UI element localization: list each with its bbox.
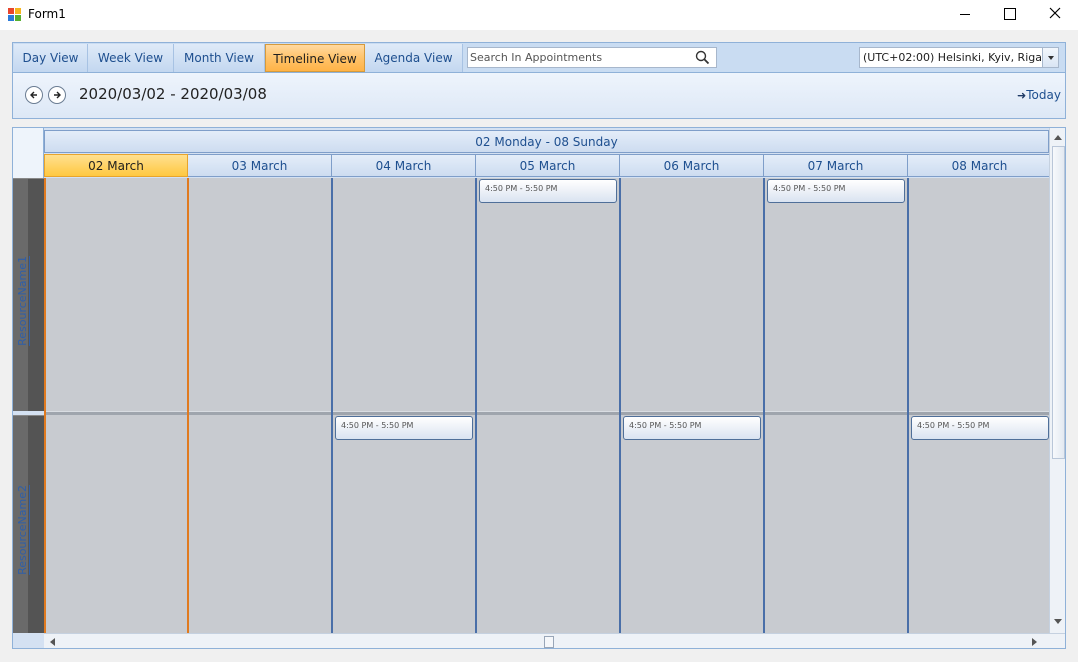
column-divider [187,178,189,648]
appointment[interactable]: 4:50 PM - 5:50 PM [623,416,761,440]
scroll-left-icon[interactable] [46,638,55,646]
vertical-scroll-thumb[interactable] [1052,146,1065,459]
resource-header: ResourceName1 [13,178,44,411]
appointment[interactable]: 4:50 PM - 5:50 PM [335,416,473,440]
resource-name[interactable]: ResourceName2 [16,485,29,575]
tab-agenda-view[interactable]: Agenda View [365,44,463,72]
search-icon[interactable] [695,50,710,65]
day-header[interactable]: 07 March [764,154,908,177]
header-corner [13,128,44,178]
timeline-cell[interactable] [908,415,1052,633]
previous-button[interactable] [25,86,43,104]
title-bar: Form1 [0,0,1078,30]
timeline-cell[interactable] [620,415,764,633]
scroll-down-icon[interactable] [1054,619,1062,628]
resource-splitter[interactable] [44,411,1049,415]
resource-header: ResourceName2 [13,415,44,633]
timeline-cell[interactable] [188,415,332,633]
arrow-right-icon: ➜ [1017,89,1027,102]
column-divider [331,178,333,648]
timeline-cell[interactable] [620,178,764,411]
close-icon [1049,7,1061,19]
tab-week-view[interactable]: Week View [88,44,174,72]
close-button[interactable] [1032,0,1078,30]
day-header[interactable]: 06 March [620,154,764,177]
day-header[interactable]: 04 March [332,154,476,177]
tab-day-view[interactable]: Day View [14,44,88,72]
timeline-cell[interactable] [476,415,620,633]
window-title: Form1 [28,7,66,21]
next-button[interactable] [48,86,66,104]
timezone-value: (UTC+02:00) Helsinki, Kyiv, Riga, [863,51,1046,64]
appointment[interactable]: 4:50 PM - 5:50 PM [767,179,905,203]
vertical-scrollbar[interactable] [1049,128,1065,633]
column-divider [475,178,477,648]
search-box [467,47,717,68]
column-divider [763,178,765,648]
timeline-cell[interactable] [332,415,476,633]
view-tabs: Day View Week View Month View Timeline V… [12,42,1066,73]
timeline-cell[interactable] [44,178,188,411]
appointment[interactable]: 4:50 PM - 5:50 PM [911,416,1049,440]
horizontal-scroll-thumb[interactable] [544,636,554,648]
day-header[interactable]: 05 March [476,154,620,177]
day-header[interactable]: 03 March [188,154,332,177]
day-header[interactable]: 08 March [908,154,1052,177]
navigation-bar: 2020/03/02 - 2020/03/08 ➜Today [12,73,1066,119]
tab-timeline-view[interactable]: Timeline View [265,44,365,72]
app-icon [8,8,22,21]
timeline-cell[interactable] [188,178,332,411]
timeline-cell[interactable] [908,178,1052,411]
tab-month-view[interactable]: Month View [174,44,265,72]
week-header: 02 Monday - 08 Sunday [44,130,1049,153]
search-input[interactable] [470,49,690,66]
resource-name[interactable]: ResourceName1 [16,256,29,346]
column-divider [619,178,621,648]
scroll-right-icon[interactable] [1032,638,1041,646]
timeline-cell[interactable] [332,178,476,411]
date-range: 2020/03/02 - 2020/03/08 [79,85,267,103]
timeline-cell[interactable] [44,415,188,633]
today-label: Today [1026,88,1061,102]
today-button[interactable]: ➜Today [1017,88,1061,102]
scroll-up-icon[interactable] [1054,131,1062,140]
column-divider [44,178,46,648]
day-header[interactable]: 02 March [44,154,188,177]
chevron-down-icon[interactable] [1042,48,1058,67]
timeline-scheduler: 02 Monday - 08 Sunday 02 March 03 March 04… [12,127,1066,649]
arrow-right-icon [54,91,61,99]
timezone-select[interactable]: (UTC+02:00) Helsinki, Kyiv, Riga, [859,47,1059,68]
minimize-button[interactable] [942,0,988,30]
timeline-cell[interactable] [764,415,908,633]
appointment[interactable]: 4:50 PM - 5:50 PM [479,179,617,203]
column-divider [907,178,909,648]
timeline-cell[interactable] [764,178,908,411]
maximize-button[interactable] [986,0,1032,30]
timeline-cell[interactable] [476,178,620,411]
arrow-left-icon [30,91,37,99]
horizontal-scrollbar[interactable] [44,633,1065,648]
